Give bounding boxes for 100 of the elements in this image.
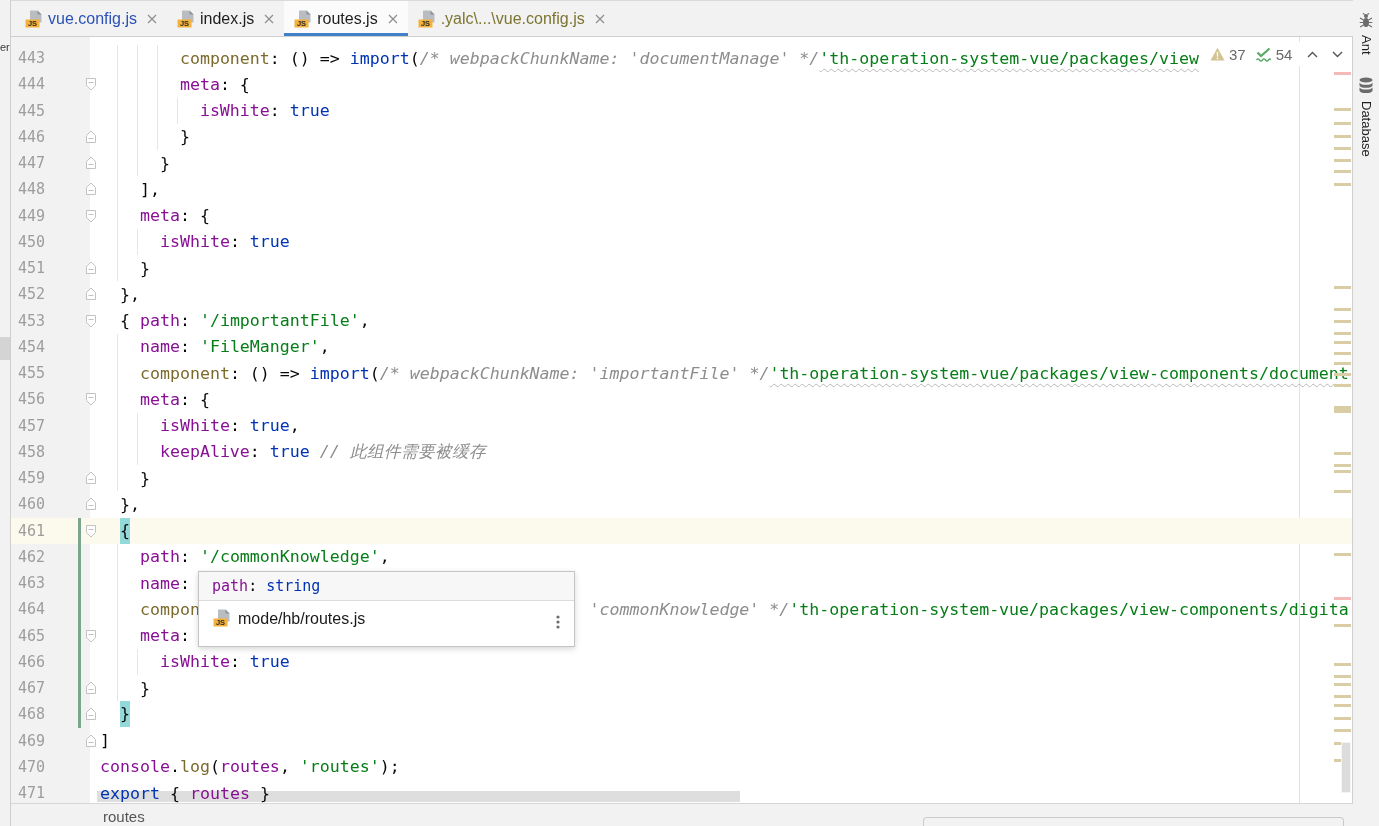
line-number: 470 [18, 757, 46, 776]
code-line: ] [100, 731, 110, 751]
line-number: 443 [18, 49, 46, 68]
line-number: 459 [18, 469, 46, 488]
change-marker[interactable] [78, 596, 81, 623]
fold-icon[interactable] [85, 681, 97, 696]
tool-window-button[interactable]: Database [1358, 76, 1374, 157]
fold-icon[interactable] [85, 733, 97, 748]
code-line: } [139, 468, 150, 488]
line-number: 455 [18, 364, 46, 383]
line-number: 445 [18, 101, 46, 120]
line-number: 458 [18, 442, 46, 461]
close-icon[interactable] [387, 13, 398, 24]
code-line: isWhite: true [199, 101, 330, 121]
fold-icon[interactable] [85, 156, 97, 171]
fold-icon[interactable] [85, 628, 97, 643]
line-number: 450 [18, 232, 46, 251]
change-marker[interactable] [78, 543, 81, 570]
type-signature: path: string [212, 577, 321, 595]
line-number: 444 [18, 75, 46, 94]
line-number: 451 [18, 259, 46, 278]
fold-icon[interactable] [85, 313, 97, 328]
line-number: 448 [18, 180, 46, 199]
fold-icon[interactable] [85, 261, 97, 276]
code-line: component: () => import(/* webpackChunkName: 'importantFile' */'th-operation-system-vue/packages/view-components/document [139, 363, 1349, 383]
breadcrumb-item[interactable]: routes [103, 807, 145, 826]
chevron-up-icon[interactable] [1307, 50, 1319, 58]
code-line: export { routes } [100, 783, 270, 803]
typo-count: 54 [1275, 45, 1293, 63]
change-marker[interactable] [78, 517, 81, 544]
code-line: isWhite: true, [159, 416, 300, 436]
line-number: 469 [18, 731, 46, 750]
file-path-link[interactable]: mode/hb/routes.js [238, 609, 366, 628]
change-marker[interactable] [78, 648, 81, 675]
code-line: }, [119, 284, 140, 304]
code-line: component: () => import(/* webpackChunkName: 'documentManage' */'th-operation-system-vue/packages/view [179, 48, 1199, 68]
check-icon[interactable] [1255, 46, 1271, 62]
close-icon[interactable] [594, 13, 605, 24]
change-marker[interactable] [78, 701, 81, 728]
line-number: 454 [18, 337, 46, 356]
fold-icon[interactable] [85, 707, 97, 722]
change-marker[interactable] [78, 675, 81, 702]
tool-window-button[interactable]: Ant [1358, 13, 1374, 55]
code-line: isWhite: true [159, 652, 290, 672]
line-number: 465 [18, 626, 46, 645]
scrollbar-thumb[interactable] [1341, 742, 1351, 793]
line-number: 463 [18, 574, 46, 593]
line-number: 452 [18, 285, 46, 304]
code-line: meta: { [139, 206, 210, 226]
fold-icon[interactable] [85, 523, 97, 538]
close-icon[interactable] [264, 13, 275, 24]
code-line: console.log(routes, 'routes'); [100, 757, 400, 777]
line-number: 453 [18, 311, 46, 330]
code-line: } [139, 678, 150, 698]
database-icon [1359, 76, 1373, 94]
fold-icon[interactable] [85, 77, 97, 92]
line-number: 468 [18, 705, 46, 724]
fold-icon[interactable] [85, 129, 97, 144]
line-number: 471 [18, 784, 46, 803]
line-number: 462 [18, 547, 46, 566]
line-number: 460 [18, 495, 46, 514]
more-icon[interactable] [556, 615, 560, 629]
code-line: meta: { [179, 74, 250, 94]
code-line: { path: '/importantFile', [119, 311, 370, 331]
code-line: } [179, 127, 190, 147]
line-number: 449 [18, 206, 46, 225]
code-line: name: 'FileManger', [139, 337, 330, 357]
line-number: 467 [18, 679, 46, 698]
code-line: }, [119, 494, 140, 514]
fold-icon[interactable] [85, 497, 97, 512]
warning-icon[interactable] [1210, 47, 1225, 61]
line-number: 456 [18, 390, 46, 409]
code-line: meta: { [139, 389, 210, 409]
line-number: 466 [18, 652, 46, 671]
chevron-down-icon[interactable] [1332, 50, 1344, 58]
code-line: 'commonKnowledge' */'th-operation-system-vue/packages/view-components/digita [589, 599, 1349, 619]
code-line: } [159, 153, 170, 173]
code-line: isWhite: true [159, 232, 290, 252]
code-line: keepAlive: true // 此组件需要被缓存 [159, 440, 486, 463]
code-line: path: '/commonKnowledge', [139, 547, 390, 567]
line-number: 447 [18, 154, 46, 173]
code-line: ], [139, 179, 160, 199]
fold-icon[interactable] [85, 471, 97, 486]
close-icon[interactable] [146, 13, 157, 24]
code-line: } [139, 258, 150, 278]
change-marker[interactable] [78, 622, 81, 649]
bug-icon [1359, 13, 1373, 28]
fold-icon[interactable] [85, 392, 97, 407]
warning-count: 37 [1229, 45, 1246, 63]
line-number: 464 [18, 600, 46, 619]
code-line: name: [139, 573, 190, 593]
fold-icon[interactable] [85, 208, 97, 223]
tree-item-text: er [0, 41, 10, 54]
code-line: compon [139, 599, 200, 619]
change-marker[interactable] [78, 570, 81, 597]
line-number: 461 [18, 521, 46, 540]
fold-icon[interactable] [85, 287, 97, 302]
line-number: 457 [18, 416, 46, 435]
code-line: meta: [139, 626, 190, 646]
fold-icon[interactable] [85, 182, 97, 197]
